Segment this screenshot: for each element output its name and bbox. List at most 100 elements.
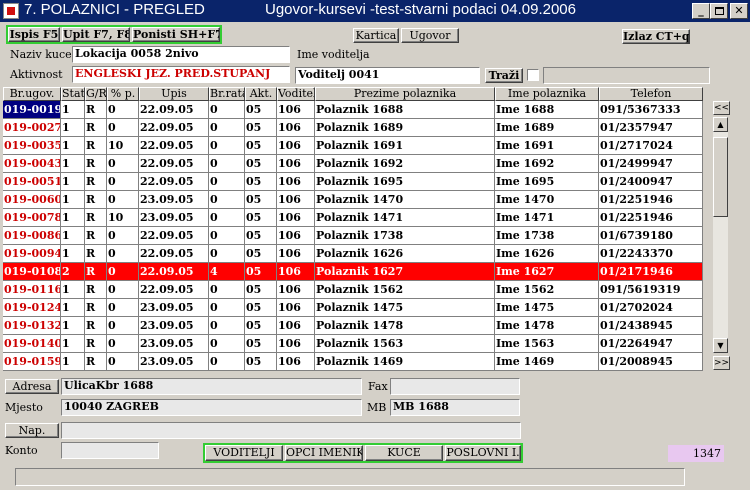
table-cell[interactable]: 4 xyxy=(209,263,245,281)
table-cell[interactable]: 0 xyxy=(209,155,245,173)
table-cell[interactable]: R xyxy=(85,335,107,353)
table-cell[interactable]: 0 xyxy=(107,245,139,263)
table-cell[interactable]: 22.09.05 xyxy=(139,173,209,191)
kuce-button[interactable]: KUCE xyxy=(365,445,443,461)
trazi-button[interactable]: Traži xyxy=(485,68,523,83)
table-cell[interactable]: 22.09.05 xyxy=(139,227,209,245)
table-cell[interactable]: 1 xyxy=(61,209,85,227)
table-cell[interactable]: 23.09.05 xyxy=(139,209,209,227)
column-header[interactable]: Telefon xyxy=(599,87,703,101)
column-header[interactable]: Br.rata xyxy=(209,87,245,101)
table-cell[interactable]: 01/2702024 xyxy=(599,299,703,317)
table-cell[interactable]: 091/5619319 xyxy=(599,281,703,299)
table-cell[interactable]: Ime 1627 xyxy=(495,263,599,281)
fax-field[interactable] xyxy=(390,378,520,395)
table-cell[interactable]: 10 xyxy=(107,209,139,227)
app-icon[interactable] xyxy=(3,3,19,19)
table-cell[interactable]: 019-0035 xyxy=(3,137,61,155)
table-cell[interactable]: 019-0140 xyxy=(3,335,61,353)
table-cell[interactable]: 22.09.05 xyxy=(139,263,209,281)
table-cell[interactable]: 05 xyxy=(245,299,277,317)
table-cell[interactable]: Polaznik 1627 xyxy=(315,263,495,281)
ugovor-button[interactable]: Ugovor xyxy=(401,28,459,43)
table-cell[interactable]: 106 xyxy=(277,209,315,227)
table-cell[interactable]: 0 xyxy=(209,281,245,299)
table-cell[interactable]: R xyxy=(85,263,107,281)
table-cell[interactable]: 05 xyxy=(245,281,277,299)
table-cell[interactable]: 22.09.05 xyxy=(139,245,209,263)
table-cell[interactable]: 01/2243370 xyxy=(599,245,703,263)
table-cell[interactable]: 1 xyxy=(61,173,85,191)
scroll-last-button[interactable]: >> xyxy=(713,356,730,370)
mb-field[interactable]: MB 1688 xyxy=(390,399,520,416)
table-cell[interactable]: Polaznik 1471 xyxy=(315,209,495,227)
table-cell[interactable]: 106 xyxy=(277,119,315,137)
table-cell[interactable]: 05 xyxy=(245,209,277,227)
table-cell[interactable]: 05 xyxy=(245,335,277,353)
table-cell[interactable]: 019-0132 xyxy=(3,317,61,335)
table-cell[interactable]: Ime 1563 xyxy=(495,335,599,353)
table-cell[interactable]: 0 xyxy=(209,119,245,137)
table-cell[interactable]: 019-0159 xyxy=(3,353,61,371)
table-cell[interactable]: Ime 1471 xyxy=(495,209,599,227)
table-cell[interactable]: 05 xyxy=(245,137,277,155)
mjesto-field[interactable]: 10040 ZAGREB xyxy=(61,399,362,416)
table-cell[interactable]: 01/6739180 xyxy=(599,227,703,245)
filter-checkbox[interactable] xyxy=(527,69,539,81)
table-cell[interactable]: Polaznik 1689 xyxy=(315,119,495,137)
table-cell[interactable]: R xyxy=(85,209,107,227)
table-cell[interactable]: 1 xyxy=(61,335,85,353)
close-button[interactable]: ✕ xyxy=(730,3,748,19)
table-cell[interactable]: Polaznik 1626 xyxy=(315,245,495,263)
table-cell[interactable]: 1 xyxy=(61,155,85,173)
table-cell[interactable]: 106 xyxy=(277,245,315,263)
table-cell[interactable]: Ime 1738 xyxy=(495,227,599,245)
search-field[interactable] xyxy=(543,67,710,84)
table-cell[interactable]: 0 xyxy=(107,335,139,353)
table-cell[interactable]: 0 xyxy=(209,101,245,119)
table-cell[interactable]: 106 xyxy=(277,173,315,191)
naziv-kuce-field[interactable]: Lokacija 0058 2nivo xyxy=(72,46,290,63)
column-header[interactable]: Stat. xyxy=(61,87,85,101)
table-cell[interactable]: 0 xyxy=(209,191,245,209)
table-cell[interactable]: Ime 1626 xyxy=(495,245,599,263)
adresa-field[interactable]: UlicaKbr 1688 xyxy=(61,378,362,395)
table-cell[interactable]: 0 xyxy=(209,137,245,155)
table-cell[interactable]: R xyxy=(85,245,107,263)
table-cell[interactable]: 05 xyxy=(245,227,277,245)
table-cell[interactable]: 0 xyxy=(209,353,245,371)
table-cell[interactable]: R xyxy=(85,137,107,155)
table-row[interactable]: 019-0108 2 R 0 22.09.05 4 05 106 Polaznik 1627 Im… xyxy=(3,263,713,281)
table-cell[interactable]: Polaznik 1478 xyxy=(315,317,495,335)
table-cell[interactable]: Polaznik 1691 xyxy=(315,137,495,155)
table-cell[interactable]: 106 xyxy=(277,155,315,173)
table-row[interactable]: 019-0094 1 R 0 22.09.05 0 05 106 Polaznik 1626 Im… xyxy=(3,245,713,263)
table-cell[interactable]: 1 xyxy=(61,119,85,137)
table-cell[interactable]: 05 xyxy=(245,245,277,263)
table-cell[interactable]: Ime 1562 xyxy=(495,281,599,299)
table-cell[interactable]: 0 xyxy=(209,335,245,353)
table-cell[interactable]: 23.09.05 xyxy=(139,353,209,371)
table-cell[interactable]: 019-0060 xyxy=(3,191,61,209)
table-row[interactable]: 019-0086 1 R 0 22.09.05 0 05 106 Polaznik 1738 Im… xyxy=(3,227,713,245)
table-cell[interactable]: 0 xyxy=(107,317,139,335)
table-cell[interactable]: 01/2438945 xyxy=(599,317,703,335)
table-row[interactable]: 019-0124 1 R 0 23.09.05 0 05 106 Polaznik 1475 Im… xyxy=(3,299,713,317)
table-cell[interactable]: 0 xyxy=(209,173,245,191)
table-cell[interactable]: 23.09.05 xyxy=(139,191,209,209)
table-cell[interactable]: 019-0019 xyxy=(3,101,61,119)
table-cell[interactable]: Ime 1478 xyxy=(495,317,599,335)
table-row[interactable]: 019-0159 1 R 0 23.09.05 0 05 106 Polaznik 1469 Im… xyxy=(3,353,713,371)
table-cell[interactable]: 1 xyxy=(61,245,85,263)
nap-button[interactable]: Nap. xyxy=(5,423,59,438)
table-cell[interactable]: 019-0124 xyxy=(3,299,61,317)
table-row[interactable]: 019-0132 1 R 0 23.09.05 0 05 106 Polaznik 1478 Im… xyxy=(3,317,713,335)
table-cell[interactable]: 05 xyxy=(245,317,277,335)
konto-field[interactable] xyxy=(61,442,159,459)
table-cell[interactable]: 106 xyxy=(277,263,315,281)
table-cell[interactable]: 091/5367333 xyxy=(599,101,703,119)
table-cell[interactable]: 10 xyxy=(107,137,139,155)
table-cell[interactable]: 019-0027 xyxy=(3,119,61,137)
ponisti-button[interactable]: Ponisti SH+F7 xyxy=(132,27,220,42)
table-cell[interactable]: R xyxy=(85,173,107,191)
